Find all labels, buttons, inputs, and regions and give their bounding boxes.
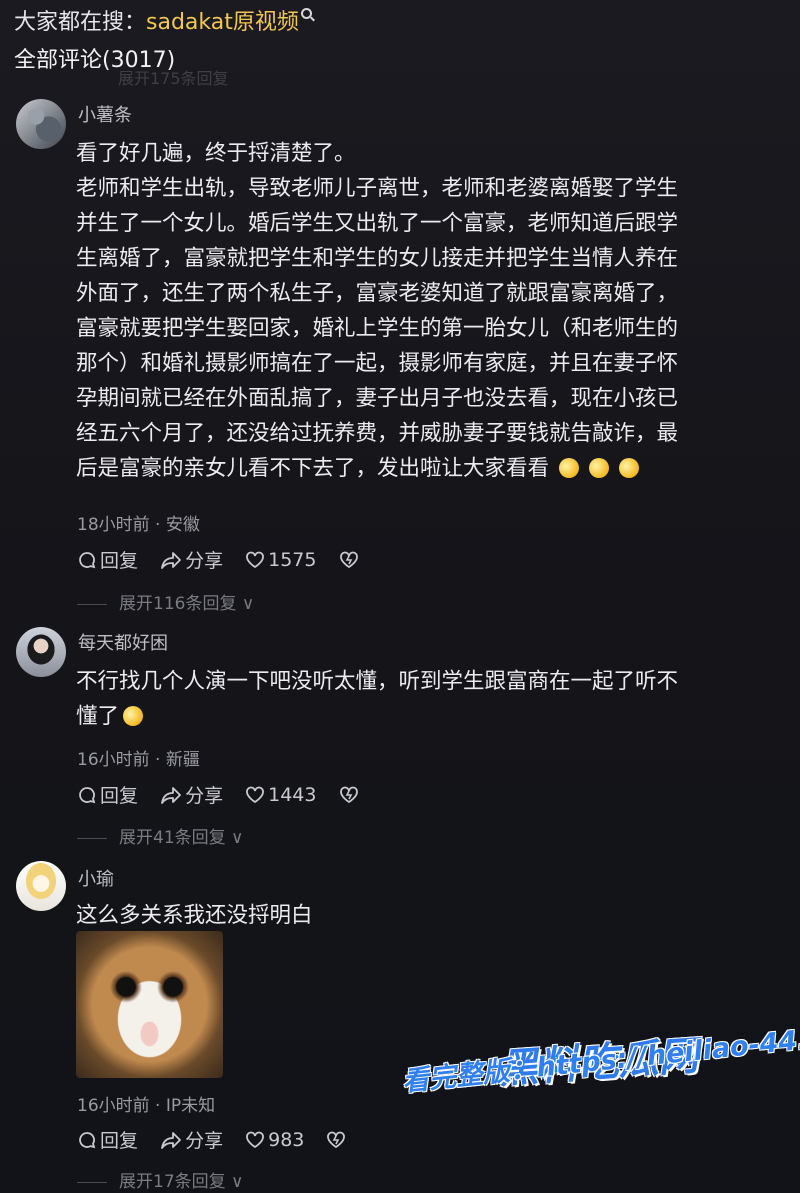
heart-icon bbox=[246, 1131, 265, 1148]
divider bbox=[77, 1181, 107, 1183]
share-button[interactable]: 分享 bbox=[160, 1126, 223, 1153]
hot-search-keyword[interactable]: sadakat原视频 bbox=[146, 10, 299, 35]
comment-actions: 回复 分享 1575 bbox=[77, 546, 378, 575]
comment-text: 看了好几遍，终于捋清楚了。 老师和学生出轨，导致老师儿子离世，老师和老婆离婚娶了… bbox=[76, 136, 776, 486]
share-arrow-icon bbox=[161, 551, 181, 569]
avatar[interactable] bbox=[16, 861, 66, 911]
comment-meta: 16小时前 · IP未知 bbox=[77, 1096, 216, 1116]
dislike-button[interactable] bbox=[339, 785, 362, 805]
blush-emoji-icon bbox=[559, 458, 580, 478]
avatar[interactable] bbox=[16, 627, 66, 677]
reply-bubble-icon bbox=[79, 551, 96, 568]
share-arrow-icon bbox=[161, 1131, 181, 1149]
comment-meta: 18小时前 · 安徽 bbox=[77, 515, 200, 535]
comment-line: 后是富豪的亲女儿看不下去了，发出啦让大家看看 bbox=[76, 451, 776, 486]
comment-text: 这么多关系我还没捋明白 bbox=[76, 898, 776, 933]
comment-line: 老师和学生出轨，导致老师儿子离世，老师和老婆离婚娶了学生 bbox=[76, 176, 679, 201]
comment-username[interactable]: 每天都好困 bbox=[78, 629, 168, 655]
divider bbox=[77, 603, 107, 605]
comment-line: 看了好几遍，终于捋清楚了。 bbox=[76, 141, 356, 166]
comment-line: 懂了 bbox=[76, 699, 776, 734]
broken-heart-icon bbox=[327, 1131, 346, 1148]
blush-emoji-icon bbox=[619, 458, 640, 478]
share-arrow-icon bbox=[161, 786, 181, 804]
broken-heart-icon bbox=[339, 786, 358, 803]
comment-line: 富豪就要把学生娶回家，婚礼上学生的第一胎女儿（和老师生的 bbox=[76, 316, 679, 341]
comment-line: 并生了一个女儿。婚后学生又出轨了一个富豪，老师知道后跟学 bbox=[76, 211, 679, 236]
dislike-button[interactable] bbox=[326, 1130, 349, 1150]
share-button[interactable]: 分享 bbox=[160, 546, 223, 573]
hot-search-prefix: 大家都在搜： bbox=[14, 10, 147, 35]
comment-username[interactable]: 小薯条 bbox=[78, 101, 132, 127]
reply-button[interactable]: 回复 bbox=[77, 1126, 138, 1153]
cat-meme-image[interactable] bbox=[76, 931, 223, 1078]
comment-meta: 16小时前 · 新疆 bbox=[77, 750, 200, 770]
ghost-expand-text: 展开175条回复 bbox=[118, 69, 229, 88]
expand-replies-button[interactable]: 展开41条回复 ∨ bbox=[77, 823, 244, 848]
comment-line: 生离婚了，富豪就把学生和学生的女儿接走并把学生当情人养在 bbox=[76, 246, 679, 271]
comment-line: 外面了，还生了两个私生子，富豪老婆知道了就跟富豪离婚了， bbox=[76, 281, 679, 306]
like-button[interactable]: 1443 bbox=[245, 784, 316, 806]
expand-replies-button[interactable]: 展开116条回复 ∨ bbox=[77, 589, 254, 614]
laugh-emoji-icon bbox=[123, 706, 144, 726]
comment-line-text: 懂了 bbox=[76, 704, 120, 729]
comment-line: 不行找几个人演一下吧没听太懂，听到学生跟富商在一起了听不 bbox=[76, 669, 679, 694]
like-count: 1443 bbox=[268, 783, 317, 806]
comment-line: 那个）和婚礼摄影师搞在了一起，摄影师有家庭，并且在妻子怀 bbox=[76, 351, 679, 376]
chevron-down-icon: ∨ bbox=[236, 594, 255, 614]
comment-actions: 回复 分享 1443 bbox=[77, 781, 378, 810]
comment-line: 这么多关系我还没捋明白 bbox=[76, 903, 313, 928]
comment-line-text: 后是富豪的亲女儿看不下去了，发出啦让大家看看 bbox=[76, 456, 550, 481]
chevron-down-icon: ∨ bbox=[225, 828, 244, 848]
like-button[interactable]: 1575 bbox=[245, 549, 316, 571]
avatar[interactable] bbox=[16, 99, 66, 149]
divider bbox=[77, 837, 107, 839]
reply-bubble-icon bbox=[79, 1131, 96, 1148]
reply-button[interactable]: 回复 bbox=[77, 781, 138, 808]
heart-icon bbox=[246, 551, 265, 568]
comment-username[interactable]: 小瑜 bbox=[78, 865, 114, 891]
dislike-button[interactable] bbox=[339, 550, 362, 570]
like-count: 1575 bbox=[268, 548, 317, 571]
like-button[interactable]: 983 bbox=[245, 1129, 304, 1151]
like-count: 983 bbox=[268, 1128, 305, 1151]
hot-search-bar[interactable]: 大家都在搜：sadakat原视频 bbox=[14, 4, 312, 36]
comment-line: 孕期间就已经在外面乱搞了，妻子出月子也没去看，现在小孩已 bbox=[76, 386, 679, 411]
broken-heart-icon bbox=[339, 551, 358, 568]
blush-emoji-icon bbox=[589, 458, 610, 478]
search-icon[interactable] bbox=[300, 8, 312, 19]
reply-button[interactable]: 回复 bbox=[77, 546, 138, 573]
comment-actions: 回复 分享 983 bbox=[77, 1126, 365, 1155]
heart-icon bbox=[246, 786, 265, 803]
expand-replies-button[interactable]: 展开17条回复 ∨ bbox=[77, 1167, 244, 1192]
chevron-down-icon: ∨ bbox=[225, 1172, 244, 1192]
share-button[interactable]: 分享 bbox=[160, 781, 223, 808]
comment-text: 不行找几个人演一下吧没听太懂，听到学生跟富商在一起了听不 懂了 bbox=[76, 664, 776, 734]
comment-line: 经五六个月了，还没给过抚养费，并威胁妻子要钱就告敲诈，最 bbox=[76, 421, 679, 446]
reply-bubble-icon bbox=[79, 786, 96, 803]
